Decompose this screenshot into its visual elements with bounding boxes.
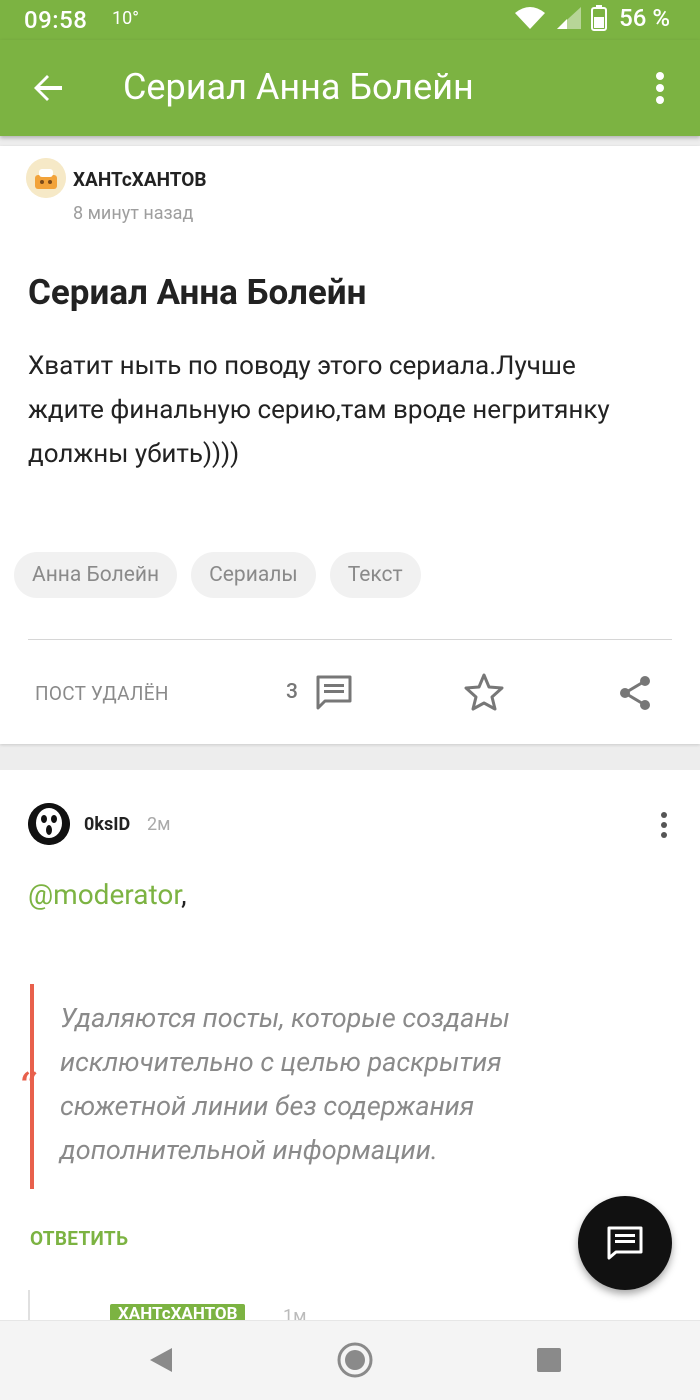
tag-chip[interactable]: Анна Болейн [14,552,178,598]
nav-home-icon[interactable] [336,1341,374,1379]
mention-suffix: , [181,878,187,911]
comment-time: 2м [147,814,171,835]
divider [28,639,672,640]
status-temperature: 10° [112,8,139,29]
post-card: ХАНТсХАНТОВ 8 минут назад Сериал Анна Бо… [0,146,700,744]
status-time: 09:58 [24,6,88,34]
quote-icon: “ [20,1065,39,1103]
comments-count: 3 [286,680,298,704]
avatar-image [28,803,70,845]
wifi-icon [515,7,546,29]
tag-list: Анна Болейн Сериалы Текст [14,552,421,598]
post-author[interactable]: ХАНТсХАНТОВ [73,168,207,191]
back-arrow-icon[interactable] [24,64,72,112]
commenter-avatar[interactable] [28,803,70,845]
comment-icon [607,1226,643,1260]
battery-icon [591,5,608,31]
post-deleted-status: ПОСТ УДАЛЁН [35,682,169,705]
status-indicators: 56 % [513,4,670,32]
post-title: Сериал Анна Болейн [28,272,367,313]
nav-back-icon[interactable] [146,1345,176,1375]
reply-button[interactable]: ОТВЕТИТЬ [30,1227,128,1250]
comments-icon[interactable] [313,674,355,712]
author-avatar[interactable] [26,158,66,198]
quote-text: Удаляются посты, которые созданы исключи… [60,1002,510,1166]
comment-mention: @moderator, [28,878,187,911]
page-title: Сериал Анна Болейн [123,66,474,108]
tag-chip[interactable]: Сериалы [191,552,316,598]
status-bar: 09:58 10° 56 % [0,0,700,40]
avatar-image [26,158,66,198]
share-icon[interactable] [617,674,653,712]
more-vertical-icon[interactable] [640,64,680,112]
comment-author[interactable]: 0ksID [84,814,130,835]
post-time: 8 минут назад [73,203,194,224]
signal-icon [557,7,582,29]
tag-chip[interactable]: Текст [329,552,421,598]
app-bar: Сериал Анна Болейн [0,40,700,136]
system-nav-bar [0,1320,700,1400]
battery-percent: 56 % [619,4,670,32]
post-body: Хватит ныть по поводу этого сериала.Лучш… [28,351,610,469]
nav-recents-icon[interactable] [536,1347,562,1373]
comment-fab-button[interactable] [578,1196,672,1290]
more-vertical-icon[interactable] [650,808,678,842]
star-icon[interactable] [464,672,504,712]
mention-link[interactable]: @moderator [28,878,181,911]
